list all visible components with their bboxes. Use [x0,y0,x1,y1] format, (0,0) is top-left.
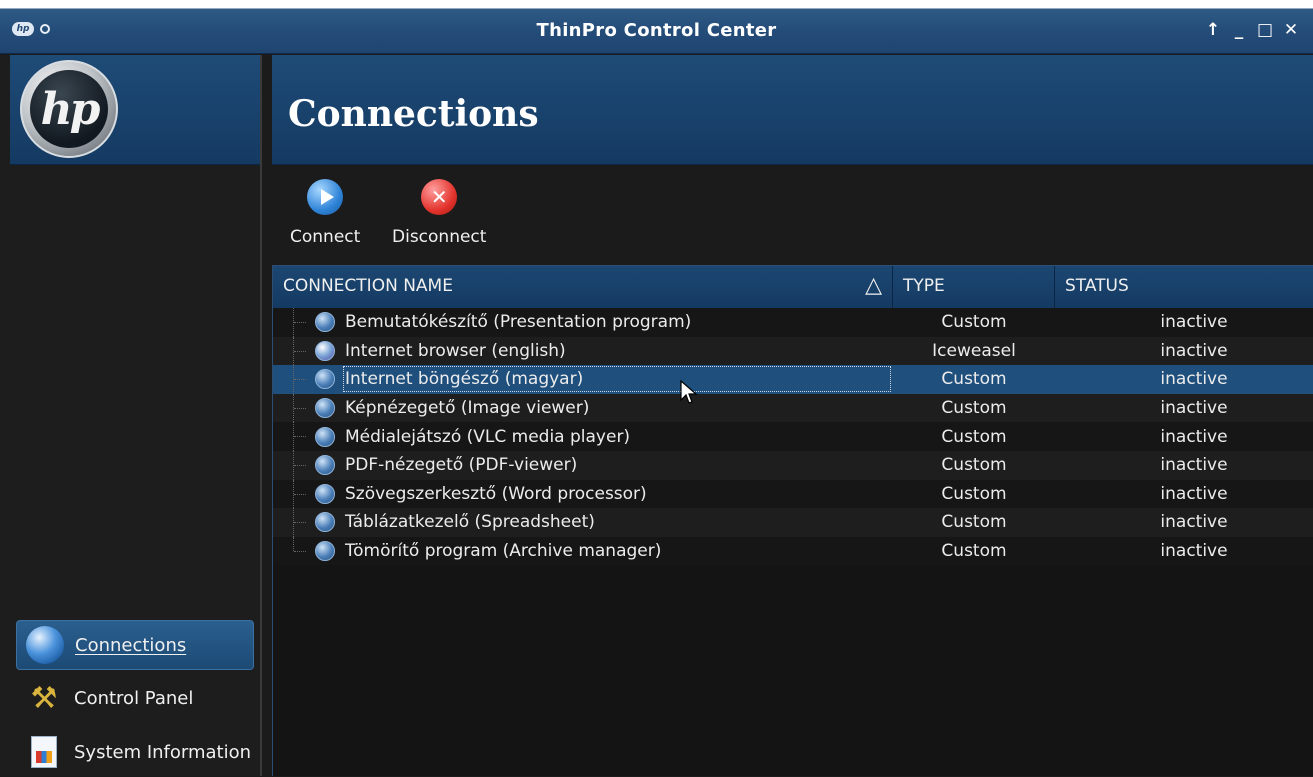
connection-icon [315,541,335,562]
connection-icon [315,483,335,504]
connection-icon [315,398,335,419]
sidebar-item-control-panel[interactable]: ⚒ Control Panel [16,673,254,723]
close-button[interactable]: ✕ [1283,20,1299,40]
table-row[interactable]: Képnézegető (Image viewer) Custom inacti… [273,393,1313,423]
disconnect-button[interactable]: ✕ Disconnect [392,179,486,247]
logo-band: hp [10,55,260,165]
play-icon [307,179,344,215]
sidebar: hp Connections ⚒ Control Panel System In… [0,55,262,776]
toolbar: Connect ✕ Disconnect [272,175,1313,255]
minimize-button[interactable]: _ [1231,20,1247,40]
window-title: ThinPro Control Center [536,20,777,41]
table-row[interactable]: Táblázatkezelő (Spreadsheet) Custom inac… [273,508,1313,537]
disconnect-label: Disconnect [392,227,487,247]
iceweasel-icon [315,340,335,361]
mouse-cursor-icon [680,380,698,404]
connection-icon [315,369,335,390]
table-row[interactable]: Médialejátszó (VLC media player) Custom … [273,422,1313,451]
table-row[interactable]: Szövegszerkesztő (Word processor) Custom… [273,479,1313,509]
connection-icon [315,455,335,476]
hp-logo-text: hp [40,84,101,135]
connect-button[interactable]: Connect [290,179,360,247]
window-titlebar: hp ThinPro Control Center ↑ _ □ ✕ [0,0,1313,54]
sidebar-item-system-information[interactable]: System Information [16,727,254,777]
focus-outline [343,366,891,393]
column-header-name[interactable]: CONNECTION NAME △ [273,266,893,308]
connections-table: CONNECTION NAME △ TYPE STATUS Bemutatóké… [272,265,1313,776]
column-header-status[interactable]: STATUS [1055,266,1313,308]
table-row[interactable]: Tömörítő program (Archive manager) Custo… [273,536,1313,566]
table-row[interactable]: PDF-nézegető (PDF-viewer) Custom inactiv… [273,450,1313,480]
window-controls: ↑ _ □ ✕ [1205,20,1299,40]
page-title: Connections [288,93,539,135]
maximize-button[interactable]: □ [1257,20,1273,40]
column-header-type[interactable]: TYPE [893,266,1055,308]
sidebar-item-connections[interactable]: Connections [16,620,254,670]
table-row-selected[interactable]: Internet böngésző (magyar) Custom inacti… [273,365,1313,394]
sidebar-item-label: System Information [74,741,252,763]
system-info-icon [24,732,64,772]
sort-ascending-icon: △ [865,273,882,298]
main-panel: Connections Connect ✕ Disconnect CONNECT… [272,55,1313,776]
tools-icon: ⚒ [30,680,58,716]
header-band: Connections [272,55,1313,165]
connection-icon [315,426,335,447]
table-row[interactable]: Internet browser (english) Iceweasel ina… [273,336,1313,366]
close-icon: ✕ [421,179,458,215]
keep-above-button[interactable]: ↑ [1205,20,1221,40]
connection-icon [315,512,335,533]
connect-label: Connect [290,227,361,247]
sidebar-item-label: Connections [75,634,187,656]
table-row[interactable]: Bemutatókészítő (Presentation program) C… [273,308,1313,337]
hp-logo: hp [20,60,118,158]
globe-icon [25,625,65,665]
table-header: CONNECTION NAME △ TYPE STATUS [273,266,1313,308]
connection-icon [315,312,335,333]
table-body: Bemutatókészítő (Presentation program) C… [273,308,1313,566]
sidebar-item-label: Control Panel [74,687,194,709]
